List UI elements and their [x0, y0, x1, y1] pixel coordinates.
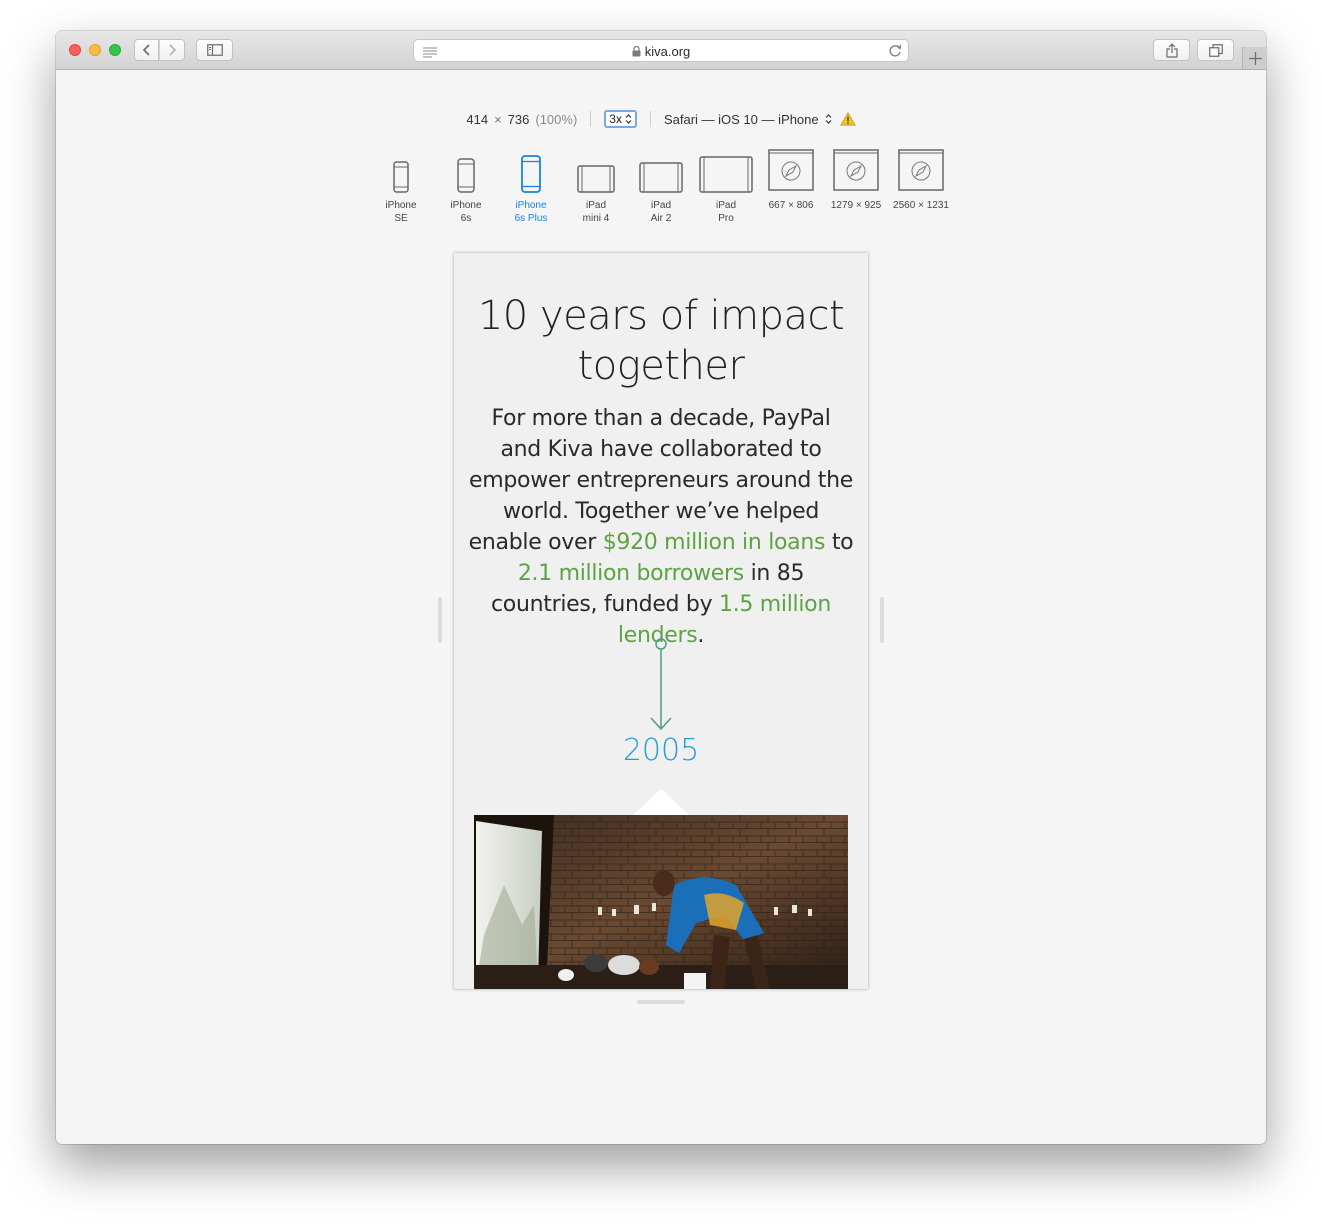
safari-window-icon — [833, 149, 879, 191]
safari-window-icon — [898, 149, 944, 191]
device-label: iPad — [650, 200, 671, 211]
plus-icon — [1248, 51, 1262, 65]
times-sign: × — [494, 111, 502, 127]
pixel-ratio-select[interactable]: 3x — [604, 110, 637, 128]
address-bar[interactable]: kiva.org — [413, 39, 909, 62]
entrepreneur-photo — [474, 815, 848, 989]
device-size-2560x1231[interactable]: 2560 × 1231 — [886, 149, 956, 212]
device-label: iPhone — [385, 200, 417, 211]
device-label: iPad — [585, 200, 606, 211]
iphone-icon — [521, 155, 541, 193]
user-agent-label: Safari — iOS 10 — iPhone — [663, 111, 819, 127]
device-label: iPhone — [515, 200, 547, 211]
device-iphone-6s-plus[interactable]: iPhone 6s Plus — [496, 149, 566, 225]
device-label: Pro — [718, 213, 734, 224]
chevron-right-icon — [169, 44, 177, 56]
browser-window: kiva.org 414 × 736 (100%) 3x Safari — iO… — [56, 31, 1266, 1144]
divider — [590, 111, 592, 127]
sidebar-toggle-button[interactable] — [196, 39, 233, 61]
warning-icon[interactable] — [839, 112, 856, 126]
bottom-resize-handle[interactable] — [637, 1000, 685, 1004]
show-tabs-button[interactable] — [1197, 39, 1234, 61]
loans-stat: $920 million in loans — [602, 530, 826, 555]
device-label: iPhone — [450, 200, 482, 211]
ipad-icon — [639, 162, 683, 193]
tabs-overview-icon — [1208, 43, 1223, 57]
device-presets: iPhone SE iPhone 6s iPhone 6s Plus iPad … — [56, 149, 1266, 229]
device-size-667x806[interactable]: 667 × 806 — [756, 149, 826, 212]
device-label: Air 2 — [650, 213, 672, 224]
borrowers-stat: 2.1 million borrowers — [517, 561, 744, 586]
ipad-icon — [577, 165, 615, 193]
right-resize-handle[interactable] — [880, 597, 884, 643]
page-title: 10 years of impact together — [477, 293, 845, 389]
share-icon — [1165, 42, 1178, 58]
device-ipad-mini-4[interactable]: iPad mini 4 — [561, 149, 631, 225]
user-agent-select[interactable]: Safari — iOS 10 — iPhone — [664, 112, 832, 127]
responsive-toolbar: 414 × 736 (100%) 3x Safari — iOS 10 — iP… — [56, 109, 1266, 129]
left-resize-handle[interactable] — [438, 597, 442, 643]
device-iphone-6s[interactable]: iPhone 6s — [431, 149, 501, 225]
title-bar: kiva.org — [56, 31, 1266, 70]
safari-window-icon — [768, 149, 814, 191]
new-tab-button[interactable] — [1242, 47, 1266, 69]
updown-chevron-icon — [825, 114, 832, 124]
device-label: 1279 × 925 — [830, 200, 882, 211]
device-label: 6s Plus — [514, 213, 548, 224]
device-size-1279x925[interactable]: 1279 × 925 — [821, 149, 891, 212]
iphone-icon — [393, 161, 409, 193]
intro-paragraph: For more than a decade, PayPal and Kiva … — [468, 406, 854, 648]
iphone-icon — [457, 158, 475, 193]
timeline-year: 2005 — [622, 733, 700, 768]
back-button[interactable] — [134, 39, 159, 61]
close-window-button[interactable] — [69, 44, 81, 56]
viewport-width[interactable]: 414 — [466, 112, 488, 127]
minimize-window-button[interactable] — [89, 44, 101, 56]
zoom-level: (100%) — [535, 111, 578, 127]
chevron-left-icon — [142, 44, 150, 56]
device-label: 2560 × 1231 — [893, 200, 949, 211]
timeline-arrow-icon — [650, 638, 672, 731]
sidebar-icon — [206, 44, 223, 56]
url-text: kiva.org — [644, 44, 691, 59]
device-label: mini 4 — [582, 213, 610, 224]
device-ipad-pro[interactable]: iPad Pro — [691, 149, 761, 225]
reload-icon[interactable] — [889, 44, 902, 62]
zoom-window-button[interactable] — [109, 44, 121, 56]
updown-chevron-icon — [625, 114, 632, 124]
device-label: 6s — [460, 213, 472, 224]
device-label: SE — [394, 213, 408, 224]
device-viewport: 10 years of impact together For more tha… — [454, 253, 868, 989]
device-iphone-se[interactable]: iPhone SE — [366, 149, 436, 225]
device-ipad-air-2[interactable]: iPad Air 2 — [626, 149, 696, 225]
device-label: iPad — [715, 200, 736, 211]
divider — [649, 111, 651, 127]
share-button[interactable] — [1153, 39, 1190, 61]
ipad-icon — [699, 156, 753, 193]
viewport-height[interactable]: 736 — [508, 112, 530, 127]
forward-button[interactable] — [159, 39, 185, 61]
photo-pointer — [633, 789, 689, 815]
lock-icon — [632, 46, 641, 57]
device-label: 667 × 806 — [768, 200, 814, 211]
pixel-ratio-value: 3x — [609, 112, 622, 126]
